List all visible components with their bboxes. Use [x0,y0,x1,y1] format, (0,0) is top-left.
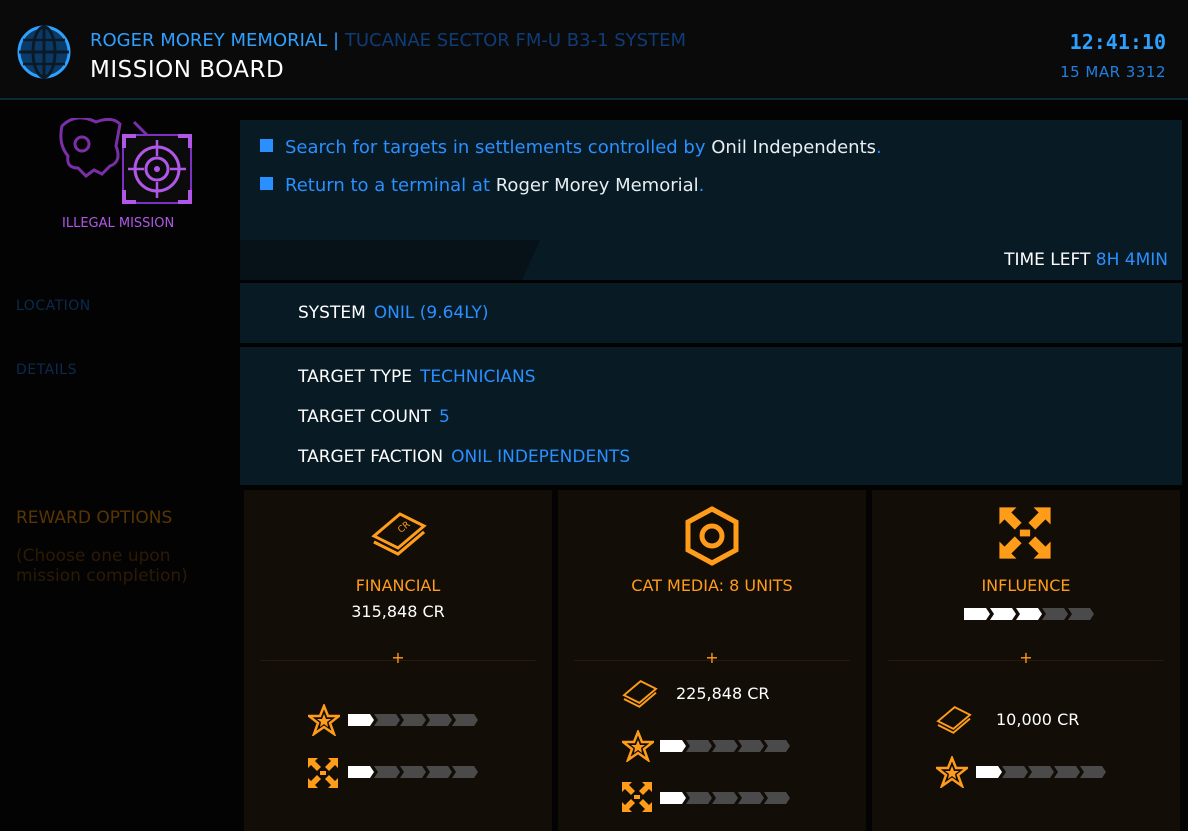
reward-options-hint: (Choose one upon mission completion) [16,546,188,586]
bullet-square-icon [260,139,273,152]
level-segment [374,766,400,778]
level-segment [660,792,686,804]
influence-icon [622,782,652,812]
reputation-level-bar [976,766,1106,778]
bullet-square-icon [260,177,273,190]
objective-end: . [698,175,705,196]
level-segment [686,740,712,752]
level-segment [764,740,790,752]
system-name: TUCANAE SECTOR FM-U B3-1 SYSTEM [344,30,687,51]
reward-value: 315,848 CR [351,602,445,621]
level-segment [712,740,738,752]
credits-icon [622,679,658,708]
reputation-level-bar [660,740,790,752]
level-segment [400,766,426,778]
clock: 12:41:10 [1069,30,1166,54]
level-segment [1016,608,1042,620]
objective-highlight: Onil Independents [711,137,877,158]
reputation-star-icon [936,756,968,788]
level-segment [990,608,1016,620]
reputation-level-bar [348,714,478,726]
objective-highlight: Roger Morey Memorial [495,175,699,196]
level-segment [712,792,738,804]
detail-row: TARGET COUNT 5 [298,407,450,427]
reward-options-label: REWARD OPTIONS [16,508,173,528]
reputation-star-icon [308,704,340,736]
reward-option-commodity[interactable]: CAT MEDIA: 8 UNITS + 225,848 CR [558,490,866,831]
objective-end: . [876,137,882,158]
panel-notch [240,240,540,280]
level-segment [374,714,400,726]
illegal-mission-icon [59,118,192,204]
reputation-star-icon [622,730,654,762]
level-segment [976,766,1002,778]
commodity-hex-icon [685,506,739,566]
detail-key: TARGET FACTION [298,447,444,467]
level-segment [452,714,478,726]
reward-title: FINANCIAL [355,576,441,595]
bonus-credits: 225,848 CR [676,684,770,703]
location-row: SYSTEM ONIL (9.64LY) [298,303,488,323]
detail-value: TECHNICIANS [419,367,536,387]
breadcrumb-separator: | [333,30,340,51]
level-segment [660,740,686,752]
reward-title: CAT MEDIA: 8 UNITS [631,576,793,595]
plus-sign: + [1019,648,1033,667]
influence-icon [999,507,1051,559]
influence-level-bar [660,792,790,804]
influence-level-bar [964,608,1094,620]
level-segment [964,608,990,620]
reward-option-financial[interactable]: CR FINANCIAL 315,848 CR + [244,490,552,831]
level-segment [1042,608,1068,620]
time-left: TIME LEFT 8H 4MIN [1004,250,1168,270]
location-key: SYSTEM [298,303,366,323]
objective-text: Search for targets in settlements contro… [285,137,706,158]
level-segment [1002,766,1028,778]
reward-title: INFLUENCE [981,576,1071,595]
globe-icon [17,25,71,79]
detail-row: TARGET TYPE TECHNICIANS [298,367,536,387]
credits-icon: CR [371,512,427,556]
details-section-label: DETAILS [16,362,77,378]
level-segment [1068,608,1094,620]
level-segment [348,766,374,778]
date: 15 MAR 3312 [1060,63,1166,81]
level-segment [686,792,712,804]
level-segment [1080,766,1106,778]
station-name: ROGER MOREY MEMORIAL [90,30,328,51]
time-left-label: TIME LEFT [1004,250,1091,270]
detail-key: TARGET TYPE [298,367,412,387]
bonus-credits: 10,000 CR [996,710,1080,729]
svg-text:CR: CR [396,520,412,536]
level-segment [452,766,478,778]
objective-item: Return to a terminal at Roger Morey Memo… [260,175,704,196]
level-segment [764,792,790,804]
influence-level-bar [348,766,478,778]
objective-text: Return to a terminal at [285,175,490,196]
reward-option-influence[interactable]: INFLUENCE + 10,000 CR [872,490,1180,831]
level-segment [348,714,374,726]
level-segment [400,714,426,726]
illegal-mission-label: ILLEGAL MISSION [62,216,175,231]
location-section-label: LOCATION [16,298,91,314]
location-value: ONIL (9.64LY) [373,303,489,323]
level-segment [426,766,452,778]
detail-key: TARGET COUNT [298,407,432,427]
station-breadcrumb: ROGER MOREY MEMORIAL | TUCANAE SECTOR FM… [90,30,686,51]
page-title: MISSION BOARD [90,57,285,83]
time-left-value: 8H 4MIN [1095,250,1168,270]
plus-sign: + [705,648,719,667]
influence-icon [308,758,338,788]
detail-value: ONIL INDEPENDENTS [451,447,631,467]
level-segment [1028,766,1054,778]
level-segment [738,792,764,804]
credits-icon [936,705,972,734]
level-segment [426,714,452,726]
detail-row: TARGET FACTION ONIL INDEPENDENTS [298,447,630,467]
level-segment [738,740,764,752]
detail-value: 5 [439,407,450,427]
plus-sign: + [391,648,405,667]
objective-item: Search for targets in settlements contro… [260,137,882,158]
level-segment [1054,766,1080,778]
